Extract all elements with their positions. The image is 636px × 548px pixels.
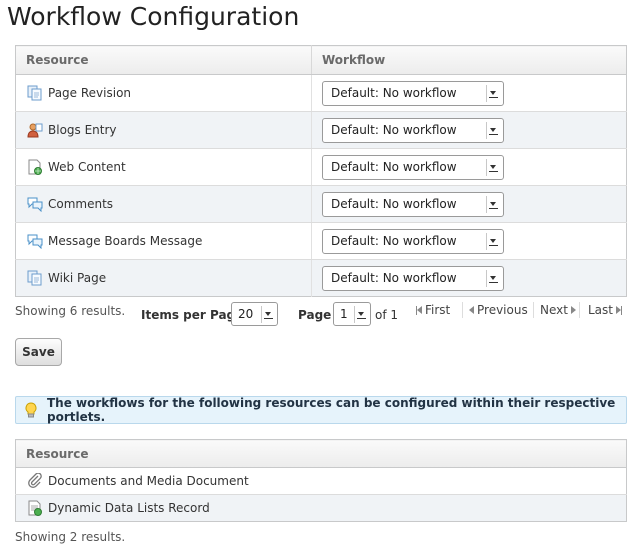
items-per-page-select[interactable]: 20 bbox=[231, 302, 278, 326]
resource-label: Comments bbox=[48, 197, 114, 211]
chevron-down-icon bbox=[486, 269, 499, 287]
paperclip-icon bbox=[27, 472, 43, 489]
results-count: Showing 6 results. bbox=[15, 304, 126, 318]
previous-page-icon bbox=[469, 306, 474, 314]
chevron-down-icon bbox=[486, 84, 499, 102]
chevron-down-icon bbox=[261, 305, 274, 323]
results-count: Showing 2 results. bbox=[15, 530, 126, 544]
chevron-down-icon bbox=[486, 121, 499, 139]
resource-label: Web Content bbox=[48, 160, 126, 174]
info-message: The workflows for the following resource… bbox=[15, 396, 627, 424]
table-row: Message Boards Message Default: No workf… bbox=[15, 222, 627, 260]
resource-label: Page Revision bbox=[48, 86, 132, 100]
message-boards-icon bbox=[27, 233, 43, 250]
resource-label: Wiki Page bbox=[48, 271, 107, 285]
last-page-link[interactable]: Last bbox=[588, 303, 622, 317]
chevron-down-icon bbox=[486, 158, 499, 176]
workflow-select[interactable]: Default: No workflow bbox=[322, 228, 504, 254]
pagination-bar: Showing 6 results. Items per Page 20 Pag… bbox=[15, 298, 627, 328]
column-header-resource[interactable]: Resource bbox=[15, 45, 312, 75]
column-header-resource[interactable]: Resource bbox=[15, 439, 627, 468]
chevron-down-icon bbox=[354, 305, 367, 323]
workflow-select[interactable]: Default: No workflow bbox=[322, 154, 504, 180]
table-row: Documents and Media Document bbox=[15, 467, 627, 495]
table-row: Blogs Entry Default: No workflow bbox=[15, 111, 627, 149]
page-title: Workflow Configuration bbox=[7, 2, 300, 31]
table-row: Wiki Page Default: No workflow bbox=[15, 259, 627, 297]
page-count-label: of 1 bbox=[375, 308, 399, 322]
column-header-workflow[interactable]: Workflow bbox=[311, 45, 627, 75]
items-per-page-label: Items per Page bbox=[141, 308, 244, 322]
chevron-down-icon bbox=[486, 195, 499, 213]
resource-label: Dynamic Data Lists Record bbox=[48, 501, 210, 515]
table-row: Web Content Default: No workflow bbox=[15, 148, 627, 186]
previous-page-link[interactable]: Previous bbox=[469, 303, 528, 317]
workflow-select[interactable]: Default: No workflow bbox=[322, 265, 504, 291]
table-header-row: Resource Workflow bbox=[15, 45, 627, 75]
lightbulb-icon bbox=[23, 402, 39, 418]
workflow-select[interactable]: Default: No workflow bbox=[322, 191, 504, 217]
page-label: Page bbox=[298, 308, 332, 322]
workflow-select[interactable]: Default: No workflow bbox=[322, 80, 504, 106]
first-page-link[interactable]: First bbox=[416, 303, 450, 317]
table-row: Comments Default: No workflow bbox=[15, 185, 627, 223]
table-row: Dynamic Data Lists Record bbox=[15, 494, 627, 522]
workflow-select[interactable]: Default: No workflow bbox=[322, 117, 504, 143]
next-page-icon bbox=[570, 306, 576, 314]
table-row: Page Revision Default: No workflow bbox=[15, 74, 627, 112]
workflow-table: Resource Workflow Page Revision Default:… bbox=[15, 45, 627, 297]
page-select[interactable]: 1 bbox=[333, 302, 371, 326]
ddl-record-icon bbox=[27, 500, 43, 516]
save-button[interactable]: Save bbox=[15, 338, 62, 366]
resource-label: Documents and Media Document bbox=[48, 474, 249, 488]
web-content-icon bbox=[27, 159, 43, 175]
page-revision-icon bbox=[27, 85, 43, 101]
resource-label: Message Boards Message bbox=[48, 234, 203, 248]
resource-label: Blogs Entry bbox=[48, 123, 117, 137]
next-page-link[interactable]: Next bbox=[540, 303, 576, 317]
portlet-resource-table: Resource Documents and Media Document Dy… bbox=[15, 439, 627, 522]
chevron-down-icon bbox=[486, 232, 499, 250]
comments-icon bbox=[27, 196, 43, 213]
blogs-entry-icon bbox=[27, 122, 43, 138]
wiki-page-icon bbox=[27, 270, 43, 286]
info-text: The workflows for the following resource… bbox=[47, 396, 616, 424]
